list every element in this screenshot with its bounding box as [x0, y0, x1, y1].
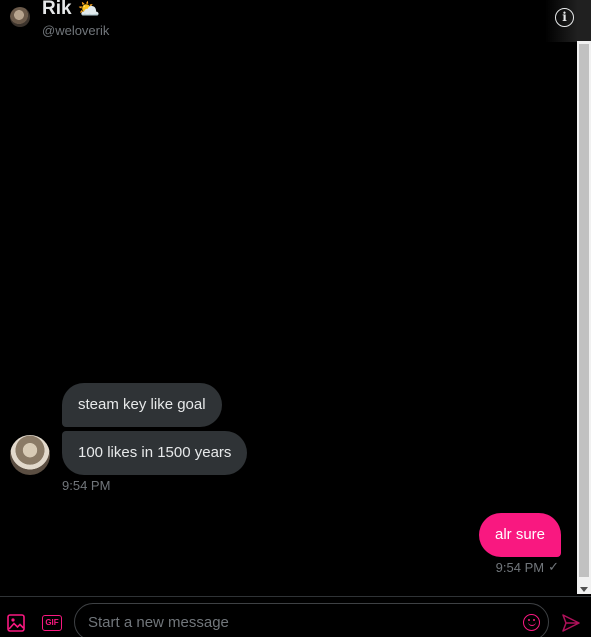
- media-icon[interactable]: [7, 614, 25, 632]
- incoming-message-bubble[interactable]: steam key like goal: [62, 383, 222, 427]
- contact-name: Rik: [42, 0, 72, 19]
- contact-handle: @weloverik: [42, 23, 110, 38]
- emoji-icon[interactable]: [523, 614, 540, 631]
- scrollbar-thumb[interactable]: [579, 44, 589, 577]
- incoming-message-timestamp: 9:54 PM: [62, 478, 111, 493]
- scrollbar[interactable]: [577, 41, 591, 594]
- emoji-mouth: [527, 621, 536, 626]
- header-title[interactable]: Rik ⛅: [42, 0, 100, 20]
- sent-check-icon: ✓: [548, 559, 559, 574]
- info-icon[interactable]: i: [555, 8, 574, 27]
- gif-icon[interactable]: GIF: [42, 615, 62, 631]
- message-input[interactable]: [74, 603, 549, 637]
- sender-avatar[interactable]: [10, 435, 50, 475]
- sun-behind-cloud-icon: ⛅: [77, 0, 100, 19]
- outgoing-message-bubble[interactable]: alr sure: [479, 513, 562, 557]
- send-icon[interactable]: [561, 613, 581, 633]
- conversation-header: Rik ⛅ @weloverik i: [0, 0, 591, 44]
- incoming-message-bubble[interactable]: 100 likes in 1500 years: [62, 431, 248, 475]
- scroll-down-arrow-icon[interactable]: [580, 587, 588, 592]
- outgoing-message-timestamp: 9:54 PM: [495, 559, 545, 575]
- outgoing-message-meta: 9:54 PM ✓: [496, 559, 559, 575]
- composer-divider: [0, 596, 591, 597]
- header-avatar[interactable]: [10, 7, 30, 27]
- dm-conversation-view: Rik ⛅ @weloverik i steam key like goal 1…: [0, 0, 591, 637]
